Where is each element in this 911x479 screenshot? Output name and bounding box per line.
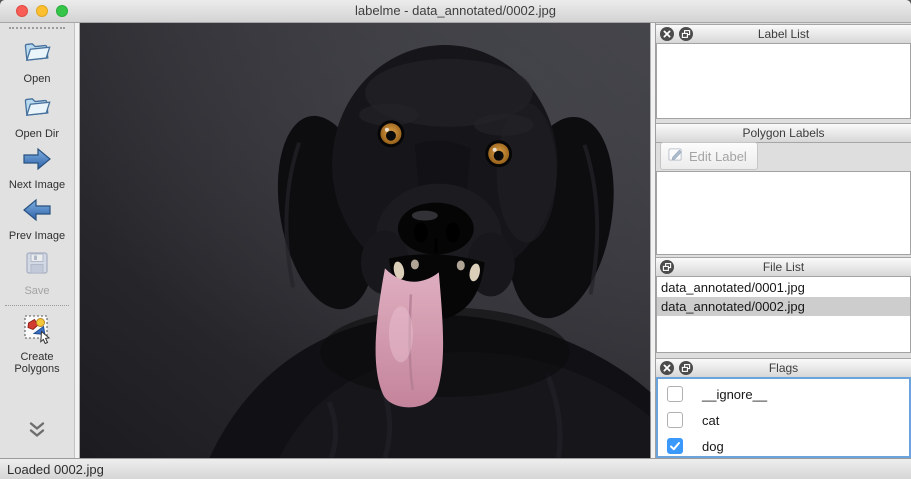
arrow-right-icon: [21, 146, 53, 177]
flags-title: Flags: [769, 361, 798, 375]
toolbar-item-label: Next Image: [9, 179, 65, 191]
label-list[interactable]: [656, 43, 911, 119]
toolbar-item-label: Open Dir: [15, 128, 59, 140]
folder-open-icon: [21, 91, 53, 126]
file-list-titlebar: File List: [656, 257, 911, 277]
file-list-item[interactable]: data_annotated/0002.jpg: [657, 297, 910, 316]
flag-item[interactable]: cat: [658, 407, 909, 433]
checkbox-unchecked-icon[interactable]: [667, 386, 683, 402]
flag-label: dog: [702, 439, 724, 454]
edit-label-button: Edit Label: [660, 142, 758, 170]
save-button: Save: [21, 248, 53, 297]
file-list[interactable]: data_annotated/0001.jpgdata_annotated/00…: [656, 276, 911, 353]
dock-panels: Label List Polygon Labels Edit Label: [655, 23, 911, 458]
folder-open-icon: [21, 36, 53, 71]
polygon-labels-title: Polygon Labels: [742, 126, 824, 140]
titlebar[interactable]: labelme - data_annotated/0002.jpg: [0, 0, 911, 23]
arrow-left-icon: [21, 197, 53, 228]
create-polygons-icon: [21, 314, 53, 349]
flag-label: cat: [702, 413, 719, 428]
label-list-title: Label List: [758, 27, 809, 41]
annotation-canvas[interactable]: [75, 23, 655, 458]
flags-close-icon[interactable]: [660, 361, 674, 375]
label-list-titlebar: Label List: [656, 24, 911, 44]
file-list-item[interactable]: data_annotated/0001.jpg: [657, 278, 910, 297]
window-title: labelme - data_annotated/0002.jpg: [0, 0, 911, 22]
open-button[interactable]: Open: [21, 36, 53, 85]
statusbar: Loaded 0002.jpg: [0, 458, 911, 479]
polygon-labels-list[interactable]: [656, 171, 911, 255]
prev-image-button[interactable]: Prev Image: [9, 197, 65, 242]
toolbar-overflow-chevron-icon[interactable]: [27, 421, 47, 444]
flag-label: __ignore__: [702, 387, 767, 402]
status-message: Loaded 0002.jpg: [7, 462, 104, 477]
polygon-labels-titlebar: Polygon Labels: [656, 123, 911, 143]
toolbar-item-label: Open: [24, 73, 51, 85]
label-list-float-icon[interactable]: [679, 27, 693, 41]
file-list-float-icon[interactable]: [660, 260, 674, 274]
save-floppy-icon: [21, 248, 53, 283]
flag-item[interactable]: __ignore__: [658, 381, 909, 407]
toolbar: Open Open Dir: [0, 23, 75, 458]
toolbar-separator: [5, 305, 69, 306]
labelme-window: labelme - data_annotated/0002.jpg Open: [0, 0, 911, 479]
main-content: Open Open Dir: [0, 23, 911, 458]
toolbar-item-label: Prev Image: [9, 230, 65, 242]
flags-titlebar: Flags: [656, 358, 911, 378]
toolbar-item-label: Create Polygons: [2, 351, 72, 375]
checkbox-unchecked-icon[interactable]: [667, 412, 683, 428]
flag-item[interactable]: dog: [658, 433, 909, 458]
next-image-button[interactable]: Next Image: [9, 146, 65, 191]
canvas-image: [79, 23, 651, 458]
label-list-close-icon[interactable]: [660, 27, 674, 41]
create-polygons-button[interactable]: Create Polygons: [2, 314, 72, 375]
open-dir-button[interactable]: Open Dir: [15, 91, 59, 140]
flags-float-icon[interactable]: [679, 361, 693, 375]
toolbar-item-label: Save: [24, 285, 49, 297]
edit-label-button-label: Edit Label: [689, 149, 747, 164]
toolbar-drag-handle-icon[interactable]: [9, 27, 65, 29]
checkbox-checked-icon[interactable]: [667, 438, 683, 454]
edit-label-icon: [667, 146, 684, 166]
flags-list[interactable]: __ignore__cat dog: [656, 377, 911, 458]
file-list-title: File List: [763, 260, 804, 274]
